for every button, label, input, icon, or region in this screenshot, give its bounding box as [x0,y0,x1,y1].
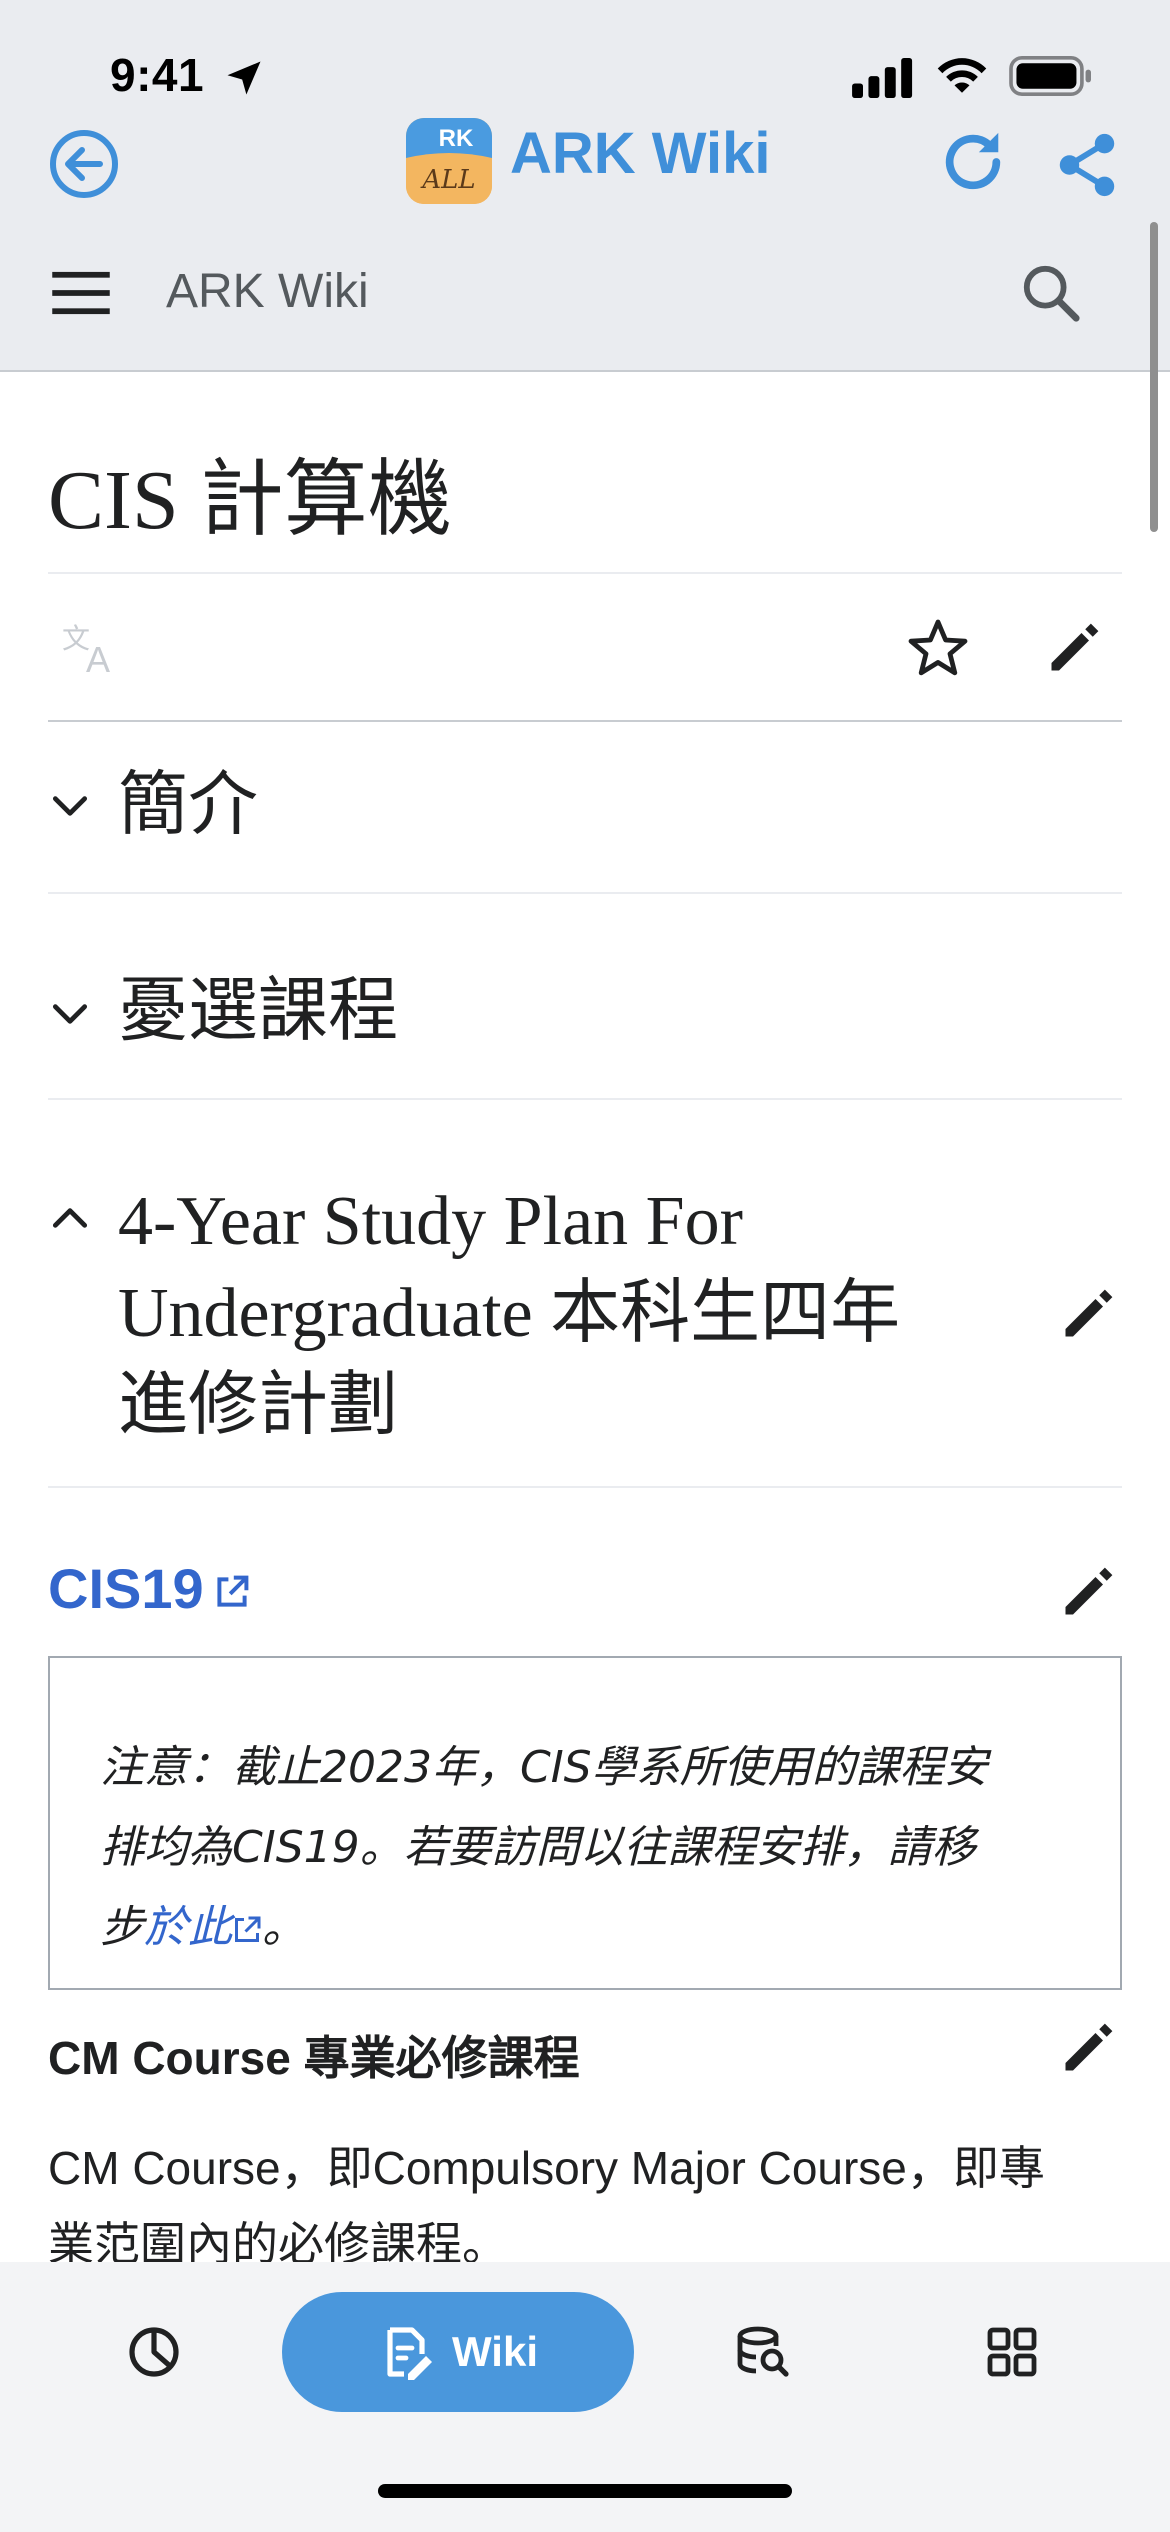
cis19-link[interactable]: CIS19 [48,1556,204,1621]
divider [48,1486,1122,1488]
note-line-prefix: 步 [100,1902,144,1953]
note-link[interactable]: 於此 [144,1902,232,1953]
share-icon[interactable] [1052,130,1122,200]
logo-text-top: RK [439,125,474,152]
logo-text-bottom: ALL [420,165,475,195]
wifi-icon [937,58,987,93]
wiki-header-title[interactable]: ARK Wiki [166,264,369,319]
edit-icon[interactable] [1058,2018,1118,2078]
menu-icon[interactable] [52,270,110,316]
section-heading-intro[interactable]: 簡介 [118,760,258,852]
section-heading-courses[interactable]: 憂選課程 [118,966,398,1058]
cm-course-text: CM Course，即Compulsory Major Course，即專 業范… [48,2130,1122,2282]
edit-icon[interactable] [1044,618,1104,678]
note-line: 排均為CIS19。若要訪問以往課程安排，請移 [100,1822,976,1873]
external-link-icon [235,1916,261,1942]
database-search-icon[interactable] [734,2324,790,2380]
edit-icon[interactable] [1058,1562,1118,1622]
section-heading-study-plan[interactable]: 4-Year Study Plan For Undergraduate 本科生四… [118,1176,900,1452]
external-link-icon [217,1575,249,1607]
signal-icon [852,58,913,98]
page-title: CIS 計算機 [48,454,452,547]
star-icon[interactable] [906,616,970,680]
chevron-up-icon[interactable] [48,1196,92,1240]
svg-text:A: A [86,639,110,676]
wiki-edit-icon [387,2327,433,2380]
refresh-icon[interactable] [938,126,1008,198]
app-logo: RK ALL [406,118,492,204]
home-indicator[interactable] [378,2484,792,2498]
battery-icon [1009,56,1091,96]
status-time: 9:41 [110,49,205,101]
tab-wiki[interactable]: Wiki [282,2292,634,2412]
chevron-down-icon[interactable] [48,992,92,1036]
note-line: 步於此 。 [100,1888,1090,1968]
language-icon: 文 A [62,622,110,676]
chevron-down-icon[interactable] [48,784,92,828]
section-heading-line: 進修計劃 [118,1367,398,1444]
app-title: ARK Wiki [510,121,771,186]
divider [48,1098,1122,1100]
scrollbar[interactable] [1150,222,1158,532]
note-line-suffix: 。 [262,1902,306,1953]
divider [48,572,1122,574]
cm-course-heading: CM Course 專業必修課程 [48,2032,580,2084]
note-line: 注意：截止2023年，CIS學系所使用的課程安 [100,1742,988,1793]
paragraph-line: CM Course，即Compulsory Major Course，即專 [48,2142,1045,2194]
back-icon[interactable] [48,128,120,200]
note-box: 注意：截止2023年，CIS學系所使用的課程安 排均為CIS19。若要訪問以往課… [48,1656,1122,1990]
section-heading-line: 4-Year Study Plan For [118,1183,743,1260]
divider [48,720,1122,722]
pie-chart-icon[interactable] [126,2324,182,2380]
section-heading-line: Undergraduate 本科生四年 [118,1275,901,1352]
divider [48,892,1122,894]
edit-icon[interactable] [1058,1284,1118,1344]
note-text: 注意：截止2023年，CIS學系所使用的課程安 排均為CIS19。若要訪問以往課… [100,1728,1090,1968]
top-bar: 9:41 RK ALL ARK Wiki [0,0,1170,210]
search-icon[interactable] [1020,262,1082,324]
location-arrow-icon [227,61,261,95]
wiki-header: ARK Wiki [0,210,1170,372]
tab-wiki-label: Wiki [452,2328,538,2375]
apps-grid-icon[interactable] [984,2324,1040,2380]
